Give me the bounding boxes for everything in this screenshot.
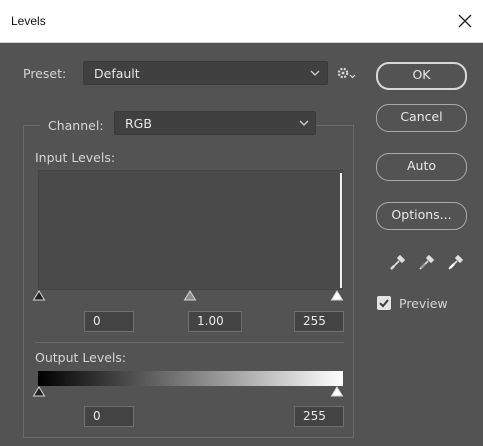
- preview-checkbox[interactable]: [377, 296, 391, 310]
- input-white-field[interactable]: 255: [294, 311, 344, 332]
- title-bar: [0, 0, 483, 43]
- options-button[interactable]: Options...: [376, 202, 467, 230]
- chevron-down-icon: [299, 120, 309, 126]
- input-gamma-field[interactable]: 1.00: [188, 311, 242, 332]
- output-gradient-bar: [38, 371, 343, 386]
- output-white-handle[interactable]: [330, 386, 344, 398]
- white-point-eyedropper-icon[interactable]: [446, 252, 466, 272]
- cancel-button[interactable]: Cancel: [376, 104, 467, 132]
- auto-button[interactable]: Auto: [376, 153, 467, 181]
- channel-label: Channel:: [48, 118, 104, 133]
- preset-label: Preset:: [23, 66, 67, 81]
- output-levels-label: Output Levels:: [35, 350, 127, 365]
- ok-button[interactable]: OK: [376, 62, 467, 90]
- checkmark-icon: [379, 299, 389, 308]
- input-black-handle[interactable]: [32, 290, 46, 302]
- input-white-handle[interactable]: [330, 290, 344, 302]
- output-black-handle[interactable]: [32, 386, 46, 398]
- histogram: [38, 170, 343, 290]
- window-title: Levels: [11, 14, 46, 28]
- input-gamma-handle[interactable]: [183, 290, 197, 302]
- preview-label: Preview: [399, 296, 448, 311]
- close-icon[interactable]: [452, 8, 478, 34]
- channel-select[interactable]: RGB: [114, 111, 316, 135]
- separator: [35, 342, 344, 343]
- input-black-field[interactable]: 0: [84, 311, 134, 332]
- gray-point-eyedropper-icon[interactable]: [417, 252, 437, 272]
- black-point-eyedropper-icon[interactable]: [388, 252, 408, 272]
- output-black-field[interactable]: 0: [84, 406, 134, 427]
- preset-select[interactable]: Default: [83, 61, 328, 85]
- gear-icon[interactable]: [335, 64, 357, 82]
- output-white-field[interactable]: 255: [294, 406, 344, 427]
- preset-value: Default: [94, 66, 140, 81]
- histogram-spike: [340, 173, 342, 288]
- input-levels-label: Input Levels:: [35, 150, 116, 165]
- channel-value: RGB: [125, 116, 152, 131]
- chevron-down-icon: [310, 70, 320, 76]
